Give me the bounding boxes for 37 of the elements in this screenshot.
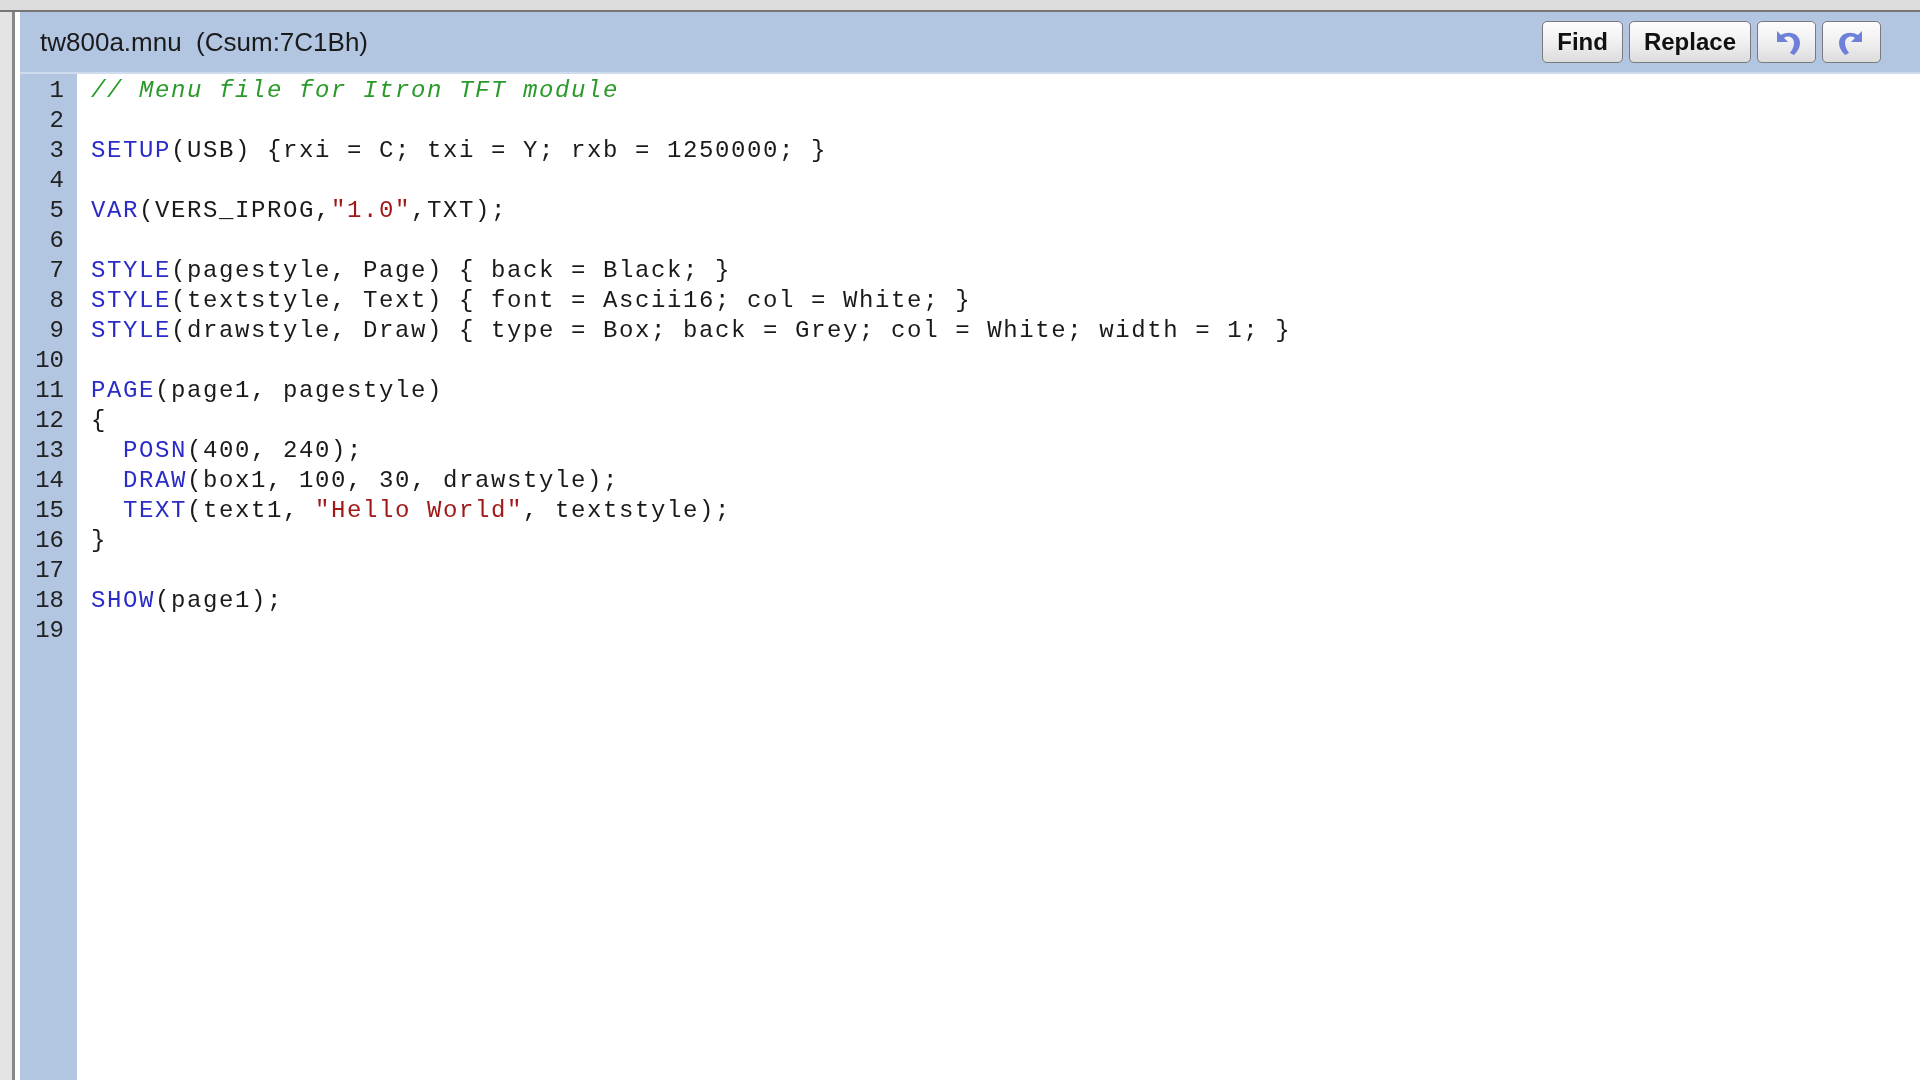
line-number: 17 (34, 557, 65, 586)
redo-button[interactable] (1822, 21, 1881, 63)
line-number: 11 (34, 377, 65, 406)
code-line: VAR(VERS_IPROG,"1.0",TXT); (91, 197, 508, 226)
code-line: STYLE(pagestyle, Page) { back = Black; } (91, 257, 732, 286)
line-number: 13 (34, 437, 65, 466)
line-number: 14 (34, 467, 65, 496)
line-number: 3 (48, 137, 65, 166)
line-number: 10 (34, 347, 65, 376)
line-number: 4 (48, 167, 65, 196)
line-number: 1 (48, 77, 65, 106)
line-number: 5 (48, 197, 65, 226)
line-number: 19 (34, 617, 65, 646)
code-line: DRAW(box1, 100, 30, drawstyle); (122, 467, 620, 496)
toolbar-button[interactable]: Replace (1628, 21, 1751, 63)
line-number: 8 (48, 287, 65, 316)
undo-button[interactable] (1757, 21, 1816, 63)
code-line: POSN(400, 240); (122, 437, 364, 466)
code-line: SETUP(USB) {rxi = C; txi = Y; rxb = 1250000; } (91, 137, 828, 166)
code-line: } (91, 527, 107, 556)
file-title: tw800a.mnu (Csum:7C1Bh) (40, 26, 370, 58)
line-number: 16 (34, 527, 65, 556)
line-number: 15 (34, 497, 65, 526)
line-number: 2 (48, 107, 65, 136)
line-number: 6 (48, 227, 65, 256)
code-line: STYLE(textstyle, Text) { font = Ascii16; col = White; } (91, 287, 972, 316)
code-line: SHOW(page1); (91, 587, 284, 616)
code-line: // Menu file for Itron TFT module (91, 77, 620, 106)
code-line: STYLE(drawstyle, Draw) { type = Box; back = Grey; col = White; width = 1; } (91, 317, 1292, 346)
line-number: 7 (48, 257, 65, 286)
code-line: TEXT(text1, "Hello World", textstyle); (122, 497, 732, 526)
code-line: PAGE(page1, pagestyle) (91, 377, 444, 406)
line-number: 18 (34, 587, 65, 616)
line-number: 9 (48, 317, 65, 346)
toolbar-button[interactable]: Find (1542, 21, 1623, 63)
code-line: { (91, 407, 107, 436)
line-number: 12 (34, 407, 65, 436)
